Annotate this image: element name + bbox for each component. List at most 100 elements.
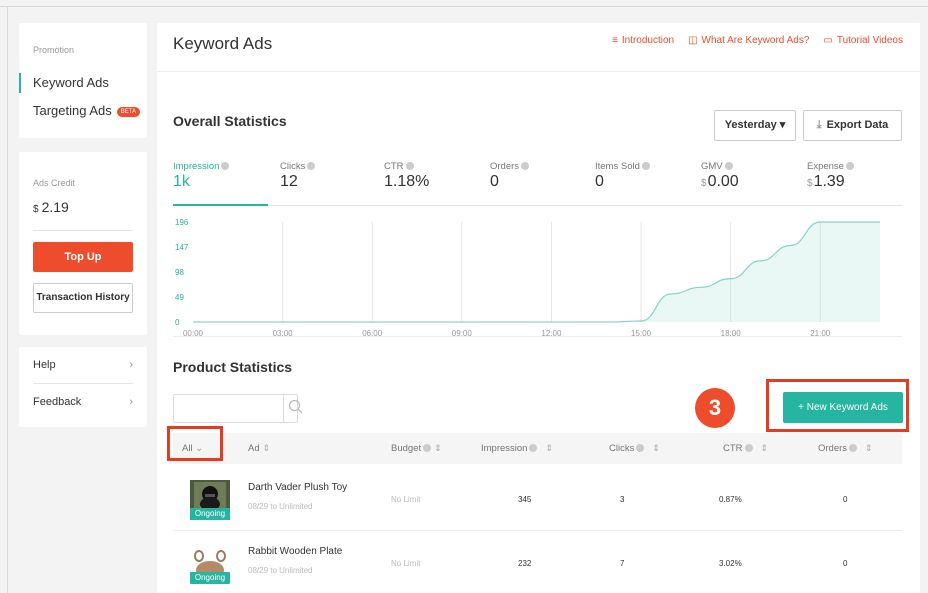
- budget-cell: No Limit: [391, 495, 421, 504]
- sort-icon: ⇕: [262, 443, 271, 453]
- sort-icon: ⇕: [760, 443, 769, 453]
- list-icon: ≡: [611, 35, 618, 46]
- y-tick-label: 98: [175, 268, 184, 277]
- column-header-ad[interactable]: Ad ⇕: [248, 433, 270, 464]
- active-tab-indicator: [173, 204, 268, 206]
- transaction-history-button[interactable]: Transaction History: [33, 283, 133, 313]
- help-icon: [845, 162, 854, 171]
- impression-cell: 345: [518, 495, 532, 504]
- metric-items-sold[interactable]: Items Sold 0: [595, 161, 650, 206]
- help-panel: Help › Feedback ›: [19, 347, 147, 427]
- metric-ctr[interactable]: CTR 1.18%: [384, 161, 429, 206]
- introduction-link[interactable]: ≡ Introduction: [612, 35, 674, 46]
- metric-expense[interactable]: Expense $1.39: [807, 161, 854, 206]
- help-icon: [521, 162, 530, 171]
- y-tick-label: 0: [175, 318, 180, 327]
- ads-credit-panel: Ads Credit $2.19 Top Up Transaction Hist…: [19, 152, 147, 335]
- budget-cell: No Limit: [391, 559, 421, 568]
- search-input[interactable]: [173, 394, 298, 423]
- metric-gmv[interactable]: GMV $0.00: [701, 161, 739, 206]
- divider: [173, 336, 902, 337]
- table-row[interactable]: Ongoing Darth Vader Plush Toy 08/29 to U…: [173, 475, 902, 531]
- y-tick-label: 196: [175, 218, 189, 227]
- period-label: Yesterday: [724, 119, 777, 131]
- product-statistics-title: Product Statistics: [173, 359, 293, 375]
- orders-cell: 0: [843, 559, 848, 568]
- status-badge: Ongoing: [190, 508, 230, 520]
- table-row[interactable]: Ongoing Rabbit Wooden Plate 08/29 to Unl…: [173, 539, 902, 593]
- promotion-menu: Promotion Keyword Ads Targeting Ads BETA: [19, 23, 147, 138]
- help-link[interactable]: Help ›: [33, 359, 133, 371]
- caret-down-icon: ▾: [779, 119, 786, 131]
- divider: [33, 383, 133, 384]
- ctr-cell: 3.02%: [719, 559, 742, 568]
- step-number-badge: 3: [695, 388, 735, 428]
- help-icon: [405, 162, 414, 171]
- beta-badge: BETA: [116, 106, 141, 117]
- highlight-box: [766, 379, 909, 432]
- series-area: [193, 222, 880, 322]
- ad-name-link[interactable]: Darth Vader Plush Toy: [248, 482, 347, 493]
- tutorial-videos-link[interactable]: ▭ Tutorial Videos: [823, 35, 903, 46]
- sidebar-item-targeting-ads[interactable]: Targeting Ads BETA: [19, 101, 147, 121]
- ad-date-range: 08/29 to Unlimited: [248, 566, 313, 575]
- help-icon: [307, 162, 316, 171]
- divider: [283, 395, 284, 422]
- sort-icon: ⇕: [545, 443, 554, 453]
- metrics-tabs: Impression 1k Clicks 12 CTR 1.18% Orders…: [173, 161, 902, 206]
- column-header-orders[interactable]: Orders ⇕: [818, 433, 873, 464]
- clicks-cell: 3: [620, 495, 625, 504]
- overall-statistics-title: Overall Statistics: [173, 113, 287, 129]
- feedback-link[interactable]: Feedback ›: [33, 396, 133, 408]
- help-label: Help: [33, 359, 56, 371]
- top-up-button[interactable]: Top Up: [33, 242, 133, 272]
- video-icon: ▭: [823, 35, 833, 46]
- ctr-cell: 0.87%: [719, 495, 742, 504]
- clicks-cell: 7: [620, 559, 625, 568]
- ads-credit-value: $2.19: [33, 199, 69, 215]
- help-icon: [636, 444, 645, 453]
- main-panel: Keyword Ads ≡ Introduction ◫ What Are Keyw…: [157, 23, 920, 593]
- promotion-label: Promotion: [33, 45, 75, 55]
- help-icon: [221, 162, 230, 171]
- what-are-keyword-ads-link[interactable]: ◫ What Are Keyword Ads?: [688, 35, 809, 46]
- impression-chart: 00:00 03:00 06:00 09:00 12:00 15:00 18:00 21:00…: [175, 218, 880, 338]
- y-tick-label: 147: [175, 243, 189, 252]
- column-header-budget[interactable]: Budget ⇕: [391, 433, 442, 464]
- download-icon: ⤓: [816, 119, 822, 131]
- frame-left-border: [7, 6, 8, 593]
- period-dropdown[interactable]: Yesterday ▾: [714, 110, 796, 141]
- chevron-right-icon: ›: [129, 396, 133, 408]
- metric-orders[interactable]: Orders 0: [490, 161, 530, 206]
- highlight-box: [167, 426, 223, 461]
- help-icon: [744, 444, 753, 453]
- ads-credit-label: Ads Credit: [33, 178, 76, 188]
- help-links: ≡ Introduction ◫ What Are Keyword Ads? ▭ Tu…: [612, 35, 903, 46]
- column-header-impression[interactable]: Impression ⇕: [481, 433, 553, 464]
- table-header: All ⌄ Ad ⇕ Budget ⇕ Impression ⇕ Clicks ⇕ CT…: [173, 433, 902, 464]
- help-icon: [529, 444, 538, 453]
- y-tick-label: 49: [175, 293, 184, 302]
- help-icon: [849, 444, 858, 453]
- divider: [157, 71, 920, 72]
- metric-clicks[interactable]: Clicks 12: [280, 161, 316, 206]
- sidebar-item-label: Keyword Ads: [33, 75, 109, 90]
- sidebar-item-label: Targeting Ads: [33, 103, 112, 118]
- help-icon: [641, 162, 650, 171]
- column-header-ctr[interactable]: CTR ⇕: [723, 433, 768, 464]
- feedback-label: Feedback: [33, 396, 82, 408]
- metric-impression[interactable]: Impression 1k: [173, 161, 230, 206]
- export-label: Export Data: [826, 119, 889, 131]
- search-icon[interactable]: [288, 399, 304, 415]
- help-icon: [724, 162, 733, 171]
- impression-cell: 232: [518, 559, 532, 568]
- frame-top-border: [0, 6, 928, 7]
- ad-date-range: 08/29 to Unlimited: [248, 502, 313, 511]
- divider: [33, 230, 133, 231]
- sort-icon: ⇕: [652, 443, 660, 453]
- ad-name-link[interactable]: Rabbit Wooden Plate: [248, 546, 342, 557]
- column-header-clicks[interactable]: Clicks ⇕: [609, 433, 660, 464]
- status-badge: Ongoing: [190, 572, 230, 584]
- sidebar-item-keyword-ads[interactable]: Keyword Ads: [19, 73, 147, 93]
- export-data-button[interactable]: ⤓ Export Data: [803, 110, 902, 141]
